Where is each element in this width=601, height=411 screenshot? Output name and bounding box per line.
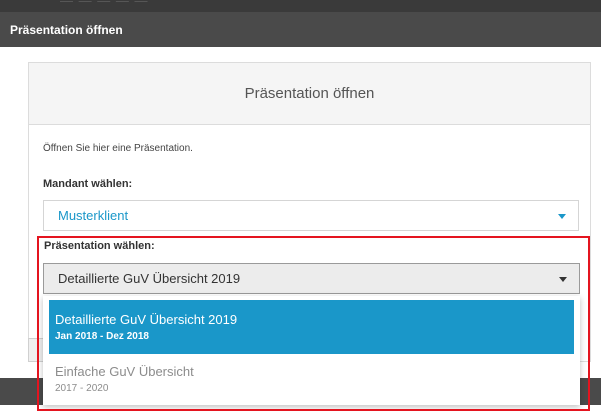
mandant-select-value: Musterklient [58,208,129,223]
dropdown-option[interactable]: Detaillierte GuV Übersicht 2019 Jan 2018… [49,300,574,354]
option-subtitle: Jan 2018 - Dez 2018 [55,331,149,342]
dialog-header: Präsentation öffnen [29,63,590,125]
background-app-strip: — — — — — [0,0,601,12]
mandant-select[interactable]: Musterklient [43,200,579,231]
background-nav-ghost: — — — — — [60,0,149,8]
presentation-select[interactable]: Detaillierte GuV Übersicht 2019 [43,263,580,294]
intro-text: Öffnen Sie hier eine Präsentation. [43,143,193,154]
option-subtitle: 2017 - 2020 [55,383,109,394]
presentation-label: Präsentation wählen: [44,240,155,252]
dialog-title: Präsentation öffnen [244,85,375,102]
mandant-label: Mandant wählen: [43,178,133,190]
presentation-dropdown-list: Detaillierte GuV Übersicht 2019 Jan 2018… [43,296,580,405]
option-title: Einfache GuV Übersicht [55,364,194,379]
chevron-down-icon [559,276,567,282]
dropdown-option[interactable]: Einfache GuV Übersicht 2017 - 2020 [49,356,574,400]
window-titlebar: Präsentation öffnen [0,12,601,47]
chevron-down-icon [558,213,566,219]
option-title: Detaillierte GuV Übersicht 2019 [55,312,238,327]
presentation-select-value: Detaillierte GuV Übersicht 2019 [58,271,241,286]
window-title: Präsentation öffnen [10,22,123,37]
